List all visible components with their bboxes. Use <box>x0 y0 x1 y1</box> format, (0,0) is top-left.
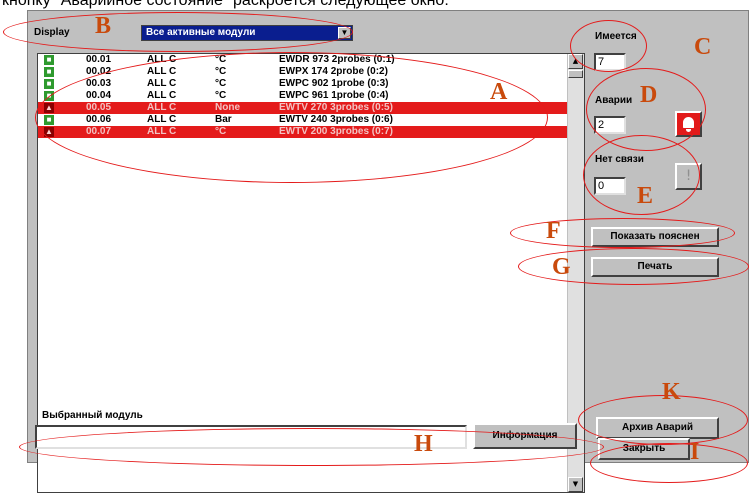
annotation-letter-g: G <box>552 254 571 280</box>
annotation-letter-i: I <box>690 439 700 465</box>
annotation-ellipse-b <box>3 12 353 52</box>
annotation-letter-f: F <box>546 218 561 244</box>
scroll-thumb[interactable] <box>568 70 583 78</box>
document-caption: кнопку "Аварийное состояние" раскроется … <box>2 0 449 9</box>
module-ok-icon: ■ <box>44 67 54 77</box>
annotation-ellipse-h <box>19 428 604 466</box>
scroll-down-icon[interactable]: ▼ <box>568 477 583 492</box>
annotation-ellipse-f <box>510 218 735 248</box>
module-ok-icon: ■ <box>44 55 54 65</box>
annotation-ellipse-c <box>570 20 647 72</box>
annotation-letter-c: C <box>694 34 712 60</box>
annotation-letter-k: K <box>662 379 681 405</box>
module-ok-icon: ■ <box>44 79 54 89</box>
annotation-letter-h: H <box>414 431 433 457</box>
annotation-letter-e: E <box>637 183 654 209</box>
annotation-letter-a: A <box>490 79 508 105</box>
annotation-ellipse-i <box>590 443 748 483</box>
annotation-ellipse-a <box>35 52 548 183</box>
annotation-letter-d: D <box>640 82 658 108</box>
module-id: 00.01 <box>86 54 112 65</box>
annotation-letter-b: B <box>95 13 112 39</box>
